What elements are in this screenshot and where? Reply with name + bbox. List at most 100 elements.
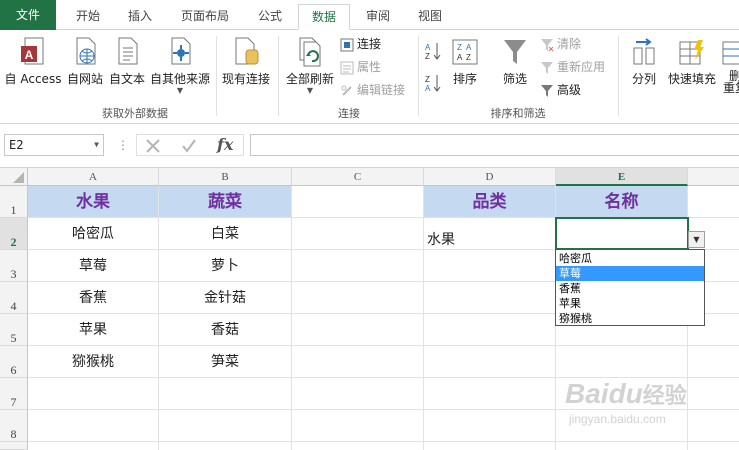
tab-insert[interactable]: 插入: [114, 4, 166, 30]
cell-b5[interactable]: 香菇: [159, 314, 292, 346]
row-header-1[interactable]: 1: [0, 186, 28, 218]
list-item[interactable]: 苹果: [556, 296, 704, 311]
cell-a7[interactable]: [28, 378, 159, 410]
clear-filter-button[interactable]: 清除: [540, 34, 581, 54]
row-header-3[interactable]: 3: [0, 250, 28, 282]
cell-b8[interactable]: [159, 410, 292, 442]
column-header-f[interactable]: [688, 168, 739, 186]
cell-e9[interactable]: [556, 442, 688, 450]
edit-links-button[interactable]: 编辑链接: [340, 80, 405, 100]
connections-button[interactable]: 连接: [340, 34, 381, 54]
cell-d1[interactable]: 品类: [424, 186, 556, 218]
cell-b6[interactable]: 笋菜: [159, 346, 292, 378]
cell-f6[interactable]: [688, 346, 739, 378]
remove-duplicates-button[interactable]: 删 重复: [720, 36, 739, 94]
from-access-button[interactable]: A 自 Access: [2, 36, 64, 87]
cancel-icon[interactable]: [145, 138, 161, 154]
column-header-c[interactable]: C: [292, 168, 424, 186]
cell-d3[interactable]: [424, 250, 556, 282]
cell-a2[interactable]: 哈密瓜: [28, 218, 159, 250]
cell-c9[interactable]: [292, 442, 424, 450]
tab-data[interactable]: 数据: [298, 4, 350, 30]
data-validation-dropdown-button[interactable]: ▼: [688, 231, 705, 248]
sort-ascending-button[interactable]: A Z: [424, 40, 445, 61]
cell-e1[interactable]: 名称: [556, 186, 688, 218]
cell-a9[interactable]: [28, 442, 159, 450]
formula-bar-resize-handle[interactable]: ⋮: [117, 138, 129, 152]
cell-e6[interactable]: [556, 346, 688, 378]
properties-button[interactable]: 属性: [340, 57, 381, 77]
select-all-triangle-icon: [13, 172, 24, 183]
tab-page-layout[interactable]: 页面布局: [168, 4, 242, 30]
tab-home[interactable]: 开始: [62, 4, 114, 30]
cell-d4[interactable]: [424, 282, 556, 314]
cell-a5[interactable]: 苹果: [28, 314, 159, 346]
list-item-highlighted[interactable]: 草莓: [556, 266, 704, 281]
cell-c4[interactable]: [292, 282, 424, 314]
cell-a4[interactable]: 香蕉: [28, 282, 159, 314]
tab-file[interactable]: 文件: [0, 0, 56, 30]
refresh-all-button[interactable]: 全部刷新 ▼: [282, 36, 338, 95]
tab-view[interactable]: 视图: [404, 4, 456, 30]
cell-c6[interactable]: [292, 346, 424, 378]
name-box[interactable]: E2 ▼: [4, 134, 104, 156]
tab-formulas[interactable]: 公式: [244, 4, 296, 30]
cell-b2[interactable]: 白菜: [159, 218, 292, 250]
cell-c2[interactable]: [292, 218, 424, 250]
existing-connections-button[interactable]: 现有连接: [218, 36, 274, 87]
list-item[interactable]: 猕猴桃: [556, 311, 704, 326]
row-header-5[interactable]: 5: [0, 314, 28, 346]
cell-d2[interactable]: 水果: [424, 218, 556, 250]
column-header-d[interactable]: D: [424, 168, 556, 186]
filter-button[interactable]: 筛选: [494, 36, 536, 87]
advanced-filter-button[interactable]: 高级: [540, 80, 581, 100]
from-other-sources-button[interactable]: 自其他来源 ▼: [148, 36, 212, 95]
select-all-corner[interactable]: [0, 168, 28, 186]
insert-function-icon[interactable]: fx: [217, 135, 233, 154]
text-to-columns-button[interactable]: 分列: [624, 36, 664, 87]
cell-c3[interactable]: [292, 250, 424, 282]
list-item[interactable]: 香蕉: [556, 281, 704, 296]
sort-button[interactable]: Z A A Z 排序: [446, 36, 484, 87]
cell-c8[interactable]: [292, 410, 424, 442]
from-web-button[interactable]: 自网站: [64, 36, 106, 87]
cell-a8[interactable]: [28, 410, 159, 442]
row-header-6[interactable]: 6: [0, 346, 28, 378]
row-header-4[interactable]: 4: [0, 282, 28, 314]
column-header-b[interactable]: B: [159, 168, 292, 186]
row-header-7[interactable]: 7: [0, 378, 28, 410]
cell-b9[interactable]: [159, 442, 292, 450]
cell-d9[interactable]: [424, 442, 556, 450]
cell-d7[interactable]: [424, 378, 556, 410]
row-header-2[interactable]: 2: [0, 218, 28, 250]
formula-input[interactable]: [250, 134, 739, 156]
flash-fill-icon: [679, 40, 704, 65]
cell-c5[interactable]: [292, 314, 424, 346]
cell-d8[interactable]: [424, 410, 556, 442]
cell-d6[interactable]: [424, 346, 556, 378]
column-header-a[interactable]: A: [28, 168, 159, 186]
cell-d5[interactable]: [424, 314, 556, 346]
flash-fill-button[interactable]: 快速填充: [666, 36, 718, 87]
cell-b7[interactable]: [159, 378, 292, 410]
sort-descending-button[interactable]: Z A: [424, 72, 445, 93]
cell-c1[interactable]: [292, 186, 424, 218]
column-header-e[interactable]: E: [556, 168, 688, 186]
list-item[interactable]: 哈密瓜: [556, 251, 704, 266]
cell-b4[interactable]: 金针菇: [159, 282, 292, 314]
cell-a3[interactable]: 草莓: [28, 250, 159, 282]
from-text-button[interactable]: 自文本: [106, 36, 148, 87]
cell-c7[interactable]: [292, 378, 424, 410]
svg-text:Z: Z: [457, 43, 462, 52]
tab-review[interactable]: 审阅: [352, 4, 404, 30]
chevron-down-icon[interactable]: ▼: [94, 135, 99, 155]
cell-a1[interactable]: 水果: [28, 186, 159, 218]
row-header-9[interactable]: [0, 442, 28, 450]
enter-check-icon[interactable]: [181, 138, 197, 154]
row-header-8[interactable]: 8: [0, 410, 28, 442]
reapply-button[interactable]: 重新应用: [540, 57, 605, 77]
cell-a6[interactable]: 猕猴桃: [28, 346, 159, 378]
cell-f1[interactable]: [688, 186, 739, 218]
cell-b1[interactable]: 蔬菜: [159, 186, 292, 218]
cell-b3[interactable]: 萝卜: [159, 250, 292, 282]
